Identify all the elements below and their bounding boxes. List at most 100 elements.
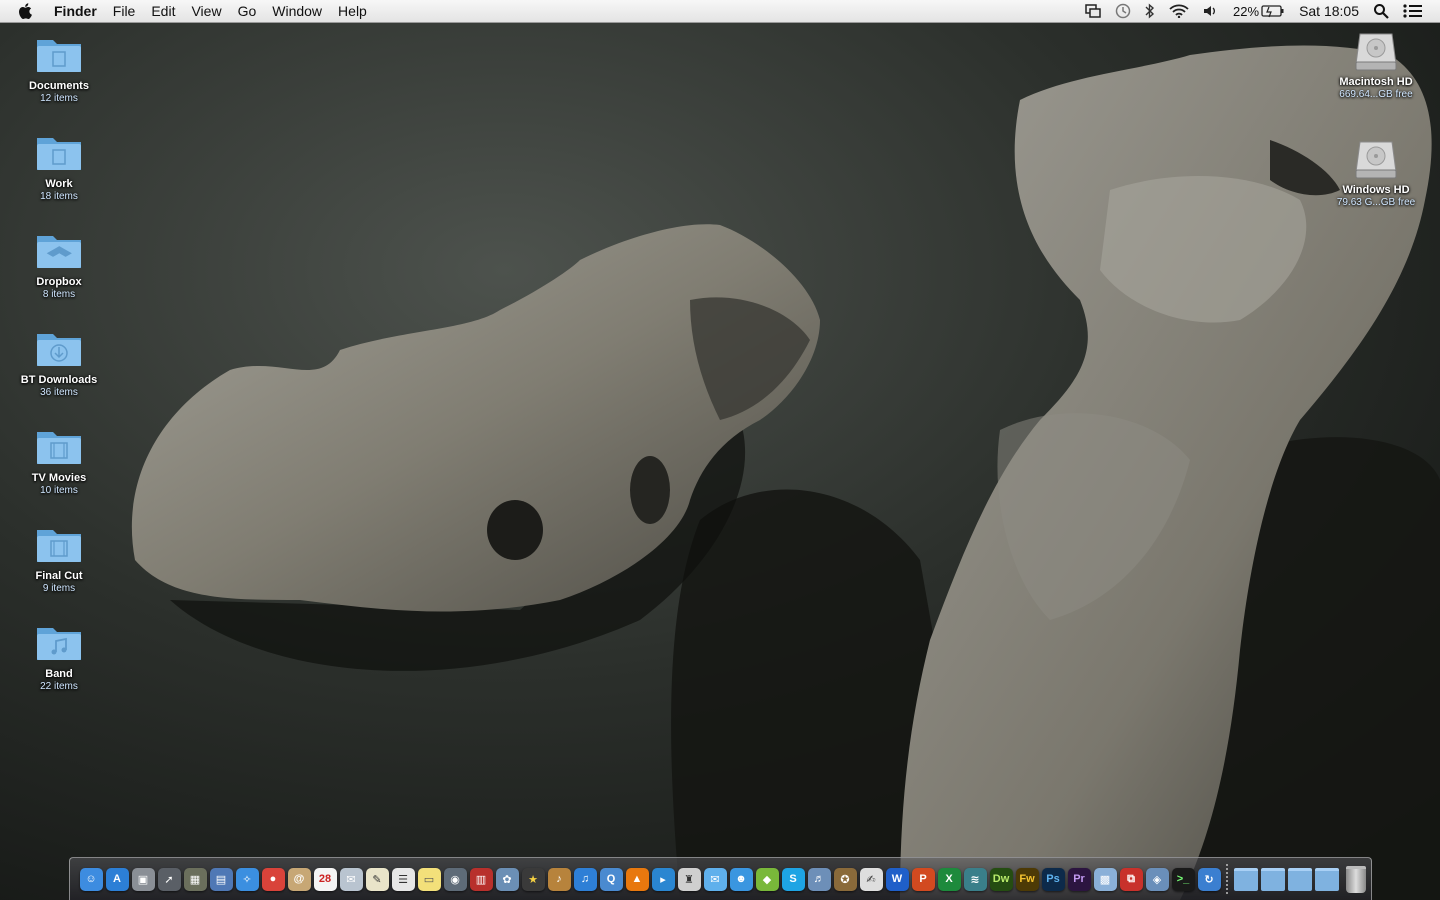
mail-icon[interactable]: ✉ xyxy=(339,867,363,891)
folder-movies-icon xyxy=(35,426,83,466)
facetime-icon[interactable]: ◉ xyxy=(443,867,467,891)
documents-stack-icon[interactable] xyxy=(1260,867,1285,891)
premiere-icon[interactable]: Pr xyxy=(1067,867,1091,891)
garageband-icon[interactable]: ♪ xyxy=(547,867,571,891)
launchpad-icon[interactable]: ➚ xyxy=(157,867,181,891)
dreamweaver-icon[interactable]: Dw xyxy=(989,867,1013,891)
notes-icon[interactable]: ☰ xyxy=(391,867,415,891)
fireworks-icon[interactable]: Fw xyxy=(1015,867,1039,891)
folder-documents-icon xyxy=(35,34,83,74)
folder-item-count: 10 items xyxy=(40,485,78,496)
messages-icon[interactable]: ✉ xyxy=(703,867,727,891)
desktop-folder-dropbox[interactable]: Dropbox 8 items xyxy=(9,230,109,301)
applications-stack-icon[interactable] xyxy=(1233,867,1258,891)
menu-file[interactable]: File xyxy=(105,0,144,22)
notification-center-icon[interactable] xyxy=(1403,0,1423,22)
folder-stack-icon[interactable] xyxy=(1314,867,1339,891)
folder-label: Work xyxy=(45,178,73,190)
mirroring-icon[interactable] xyxy=(1085,0,1101,22)
script-icon[interactable]: ♜ xyxy=(677,867,701,891)
desktop-folder-tv-movies[interactable]: TV Movies 10 items xyxy=(9,426,109,497)
folder-label: Band xyxy=(45,668,73,680)
folder-music-icon xyxy=(35,622,83,662)
desktop-folder-final-cut[interactable]: Final Cut 9 items xyxy=(9,524,109,595)
wifi-icon[interactable] xyxy=(1169,0,1189,22)
folder-label: Documents xyxy=(29,80,89,92)
messenger-icon[interactable]: ☻ xyxy=(729,867,753,891)
folder-item-count: 22 items xyxy=(40,681,78,692)
menu-app-finder[interactable]: Finder xyxy=(46,0,105,22)
contacts-icon[interactable]: @ xyxy=(287,867,311,891)
desktop-drive-macintosh-hd[interactable]: Macintosh HD 669.64...GB free xyxy=(1326,30,1426,101)
screenshot-icon[interactable]: ▣ xyxy=(131,867,155,891)
desktop-folder-bt-downloads[interactable]: BT Downloads 36 items xyxy=(9,328,109,399)
powerpoint-icon[interactable]: P xyxy=(911,867,935,891)
sync-icon[interactable]: ↻ xyxy=(1197,867,1221,891)
dock: ☺ A ▣ ➚ ▦ ▤ ✧ ● @28 ✉ ✎ ☰ ▭ ◉ ▥ ✿ ★ ♪ ♫ Q ▲ ▸ ♜ ✉ ☻ ◆ S ♬ ✪ ✍ W P X ≋ Dw Fw… xyxy=(69,857,1372,900)
skype-icon[interactable]: S xyxy=(781,867,805,891)
status-area: 22% Sat 18:05 xyxy=(1078,0,1440,22)
vlc-icon[interactable]: ▲ xyxy=(625,867,649,891)
folder-item-count: 12 items xyxy=(40,93,78,104)
preview-icon[interactable]: ▤ xyxy=(209,867,233,891)
desktop-folder-documents[interactable]: Documents 12 items xyxy=(9,34,109,105)
itunes-icon[interactable]: ♫ xyxy=(573,867,597,891)
finder-icon[interactable]: ☺ xyxy=(79,867,103,891)
battery-icon[interactable] xyxy=(1261,0,1285,22)
parallels-icon[interactable]: ⧉ xyxy=(1119,867,1143,891)
trash-icon[interactable] xyxy=(1346,865,1366,893)
textedit-icon[interactable]: ✎ xyxy=(365,867,389,891)
folder-label: BT Downloads xyxy=(20,374,98,386)
virtualbox-icon[interactable]: ◈ xyxy=(1145,867,1169,891)
desktop-wallpaper xyxy=(0,0,1440,900)
photo-booth-icon[interactable]: ▥ xyxy=(469,867,493,891)
app-store-icon[interactable]: A xyxy=(105,867,129,891)
volume-icon[interactable] xyxy=(1203,0,1219,22)
desktop-drive-windows-hd[interactable]: Windows HD 79.63 G...GB free xyxy=(1326,138,1426,209)
document-icon[interactable]: ✍ xyxy=(859,867,883,891)
apple-logo-icon[interactable] xyxy=(18,2,36,20)
dock-apps: ☺ A ▣ ➚ ▦ ▤ ✧ ● @28 ✉ ✎ ☰ ▭ ◉ ▥ ✿ ★ ♪ ♫ Q ▲ ▸ ♜ ✉ ☻ ◆ S ♬ ✪ ✍ W P X ≋ Dw Fw… xyxy=(78,867,1222,891)
safari-icon[interactable]: ✧ xyxy=(235,867,259,891)
adium-icon[interactable]: ◆ xyxy=(755,867,779,891)
image-capture-icon[interactable]: ▩ xyxy=(1093,867,1117,891)
menu-view[interactable]: View xyxy=(183,0,229,22)
excel-icon[interactable]: X xyxy=(937,867,961,891)
menu-window[interactable]: Window xyxy=(264,0,330,22)
quicktime-icon[interactable]: Q xyxy=(599,867,623,891)
folder-movies-icon xyxy=(35,524,83,564)
time-machine-icon[interactable] xyxy=(1115,0,1131,22)
menu-help[interactable]: Help xyxy=(330,0,375,22)
drive-free-space: 669.64...GB free xyxy=(1339,89,1413,100)
word-icon[interactable]: W xyxy=(885,867,909,891)
itunes-store-icon[interactable]: ♬ xyxy=(807,867,831,891)
folder-item-count: 9 items xyxy=(42,583,76,594)
stickies-icon[interactable]: ▭ xyxy=(417,867,441,891)
spotlight-icon[interactable] xyxy=(1373,0,1389,22)
chrome-icon[interactable]: ● xyxy=(261,867,285,891)
cyberduck-icon[interactable]: ✪ xyxy=(833,867,857,891)
folder-item-count: 18 items xyxy=(40,191,78,202)
desktop-folder-band[interactable]: Band 22 items xyxy=(9,622,109,693)
terminal-icon[interactable]: >_ xyxy=(1171,867,1195,891)
dashboard-icon[interactable]: ▦ xyxy=(183,867,207,891)
desktop-folder-work[interactable]: Work 18 items xyxy=(9,132,109,203)
battery-percent[interactable]: 22% xyxy=(1233,0,1259,22)
iphoto-icon[interactable]: ✿ xyxy=(495,867,519,891)
menu-edit[interactable]: Edit xyxy=(143,0,183,22)
hard-drive-icon xyxy=(1352,30,1400,74)
downloads-stack-icon[interactable] xyxy=(1287,867,1312,891)
folder-item-count: 36 items xyxy=(40,387,78,398)
finder-extra-icon[interactable]: ≋ xyxy=(963,867,987,891)
folder-item-count: 8 items xyxy=(42,289,76,300)
bluetooth-icon[interactable] xyxy=(1145,0,1155,22)
menu-go[interactable]: Go xyxy=(230,0,265,22)
photoshop-icon[interactable]: Ps xyxy=(1041,867,1065,891)
folder-label: Dropbox xyxy=(36,276,82,288)
clock[interactable]: Sat 18:05 xyxy=(1299,0,1359,22)
folder-label: Final Cut xyxy=(35,570,83,582)
folder-downloads-icon xyxy=(35,328,83,368)
pages-icon[interactable]: ▸ xyxy=(651,867,675,891)
calendar-icon[interactable]: 28 xyxy=(313,867,337,891)
imovie-icon[interactable]: ★ xyxy=(521,867,545,891)
